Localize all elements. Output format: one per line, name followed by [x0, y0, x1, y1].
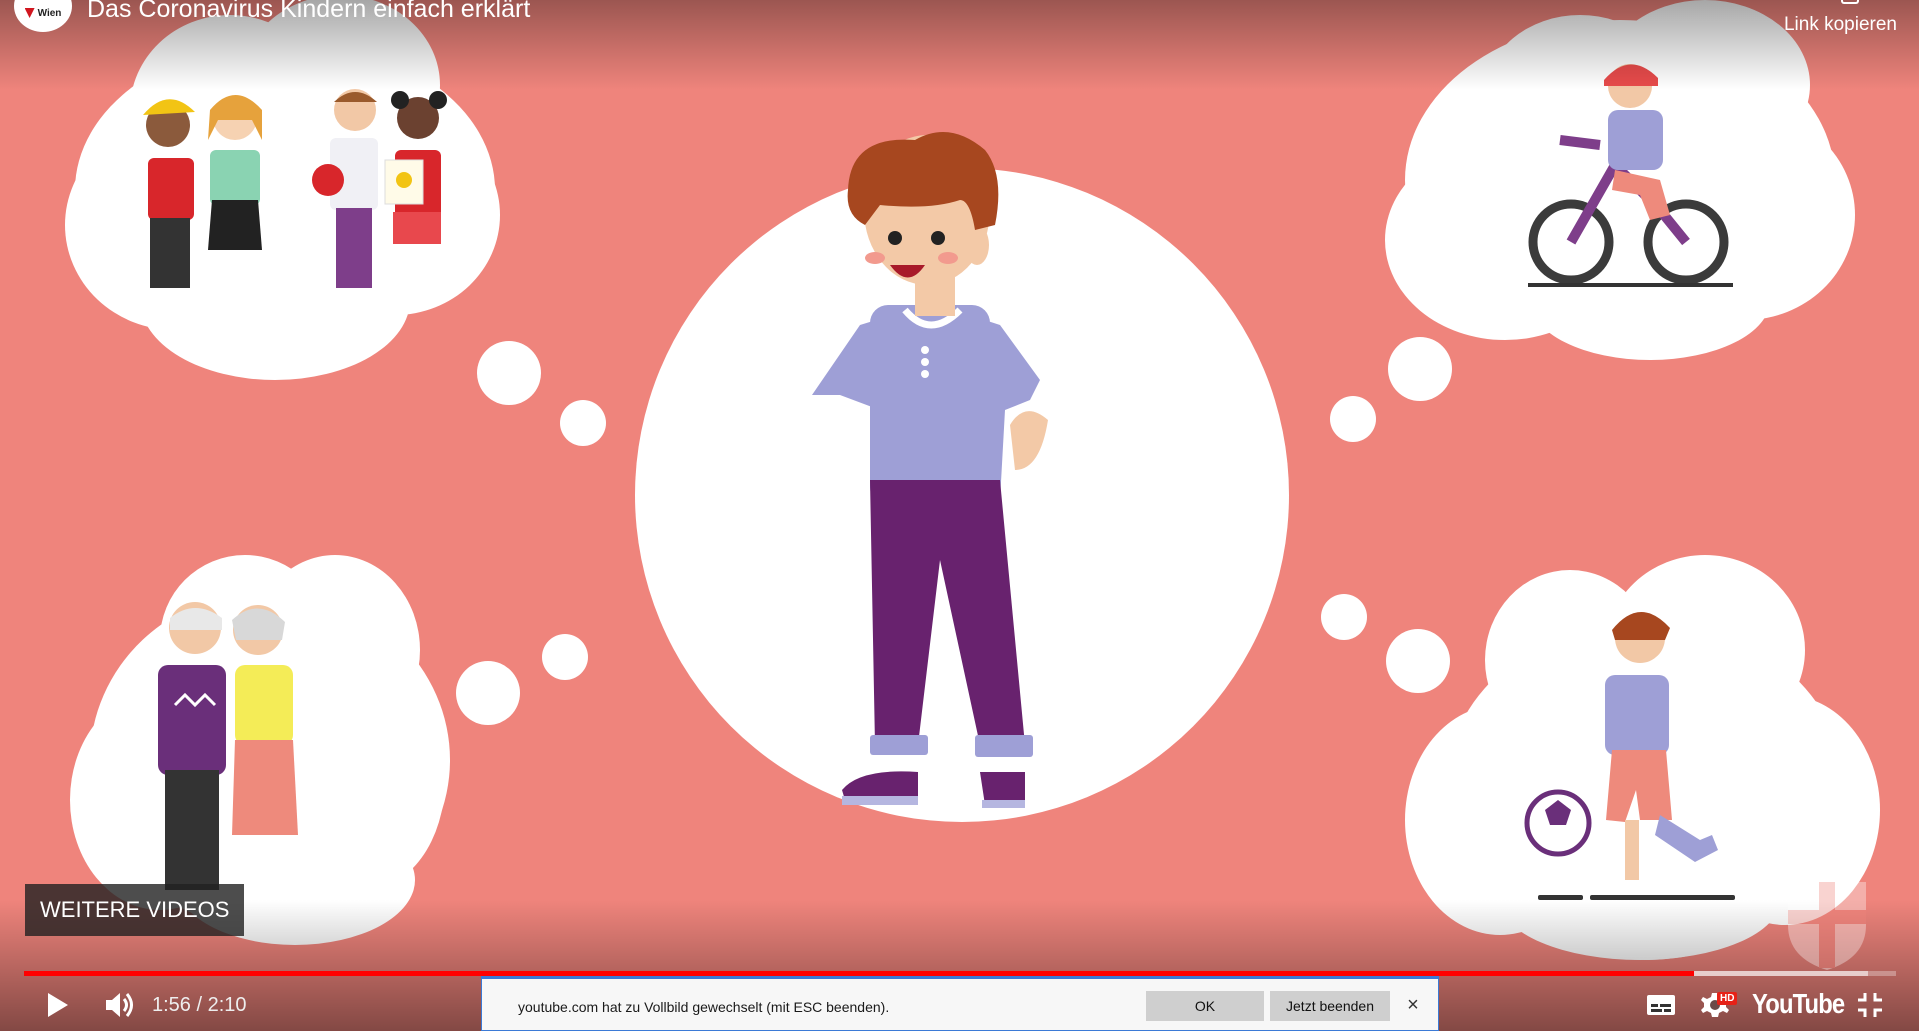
youtube-logo[interactable]: YouTube: [1752, 987, 1845, 1021]
hd-badge: HD: [1717, 992, 1738, 1005]
copy-link-button[interactable]: Link kopieren: [1657, 14, 1897, 36]
video-frame-illustration: [65, 0, 1880, 960]
time-display: 1:56 / 2:10: [152, 990, 247, 1020]
wien-watermark-icon: [1788, 882, 1866, 970]
subtitles-button[interactable]: [1643, 988, 1679, 1022]
play-button[interactable]: [42, 988, 74, 1022]
fullscreen-notification: youtube.com hat zu Vollbild gewechselt (…: [481, 976, 1439, 1031]
exit-fullscreen-now-button[interactable]: Jetzt beenden: [1270, 991, 1390, 1021]
fullscreen-notification-text: youtube.com hat zu Vollbild gewechselt (…: [518, 999, 890, 1015]
ok-button[interactable]: OK: [1146, 991, 1264, 1021]
exit-fullscreen-icon: [1858, 993, 1882, 1017]
video-title[interactable]: Das Coronavirus Kindern einfach erklärt: [87, 0, 530, 24]
link-icon[interactable]: [1841, 0, 1859, 4]
play-icon: [48, 993, 68, 1017]
more-videos-button[interactable]: WEITERE VIDEOS: [25, 884, 245, 936]
channel-logo-text: Wien: [37, 7, 62, 19]
exit-fullscreen-button[interactable]: [1853, 988, 1887, 1022]
time-separator: /: [190, 994, 208, 1016]
close-icon[interactable]: ×: [1402, 994, 1424, 1016]
video-stage[interactable]: Wien Das Coronavirus Kindern einfach erk…: [0, 0, 1919, 1031]
time-current: 1:56: [152, 994, 191, 1016]
wien-logo-mark: [24, 8, 35, 18]
time-total: 2:10: [207, 994, 247, 1016]
mute-button[interactable]: [100, 988, 140, 1022]
volume-icon: [106, 993, 133, 1017]
subtitles-icon: [1647, 995, 1675, 1015]
